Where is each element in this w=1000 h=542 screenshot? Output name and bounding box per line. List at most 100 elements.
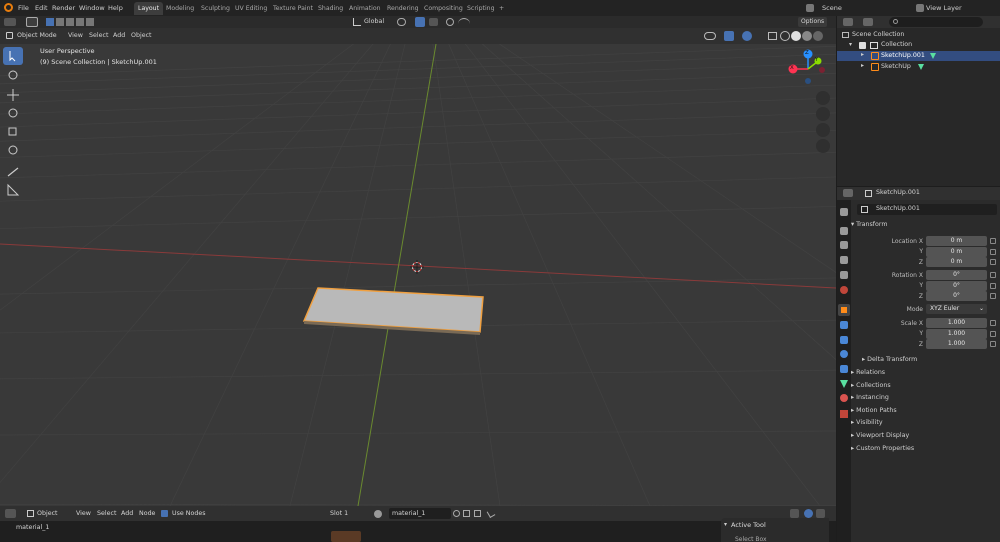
texture-tab-icon[interactable] [840, 410, 848, 418]
scale-tool-icon[interactable] [3, 123, 23, 141]
shader-menu-select[interactable]: Select [97, 506, 116, 521]
select-mode-new-icon[interactable] [46, 18, 54, 26]
shader-overlay-icon[interactable] [790, 509, 799, 518]
modifier-tab-icon[interactable] [840, 321, 848, 329]
select-mode-intersect-icon[interactable] [86, 18, 94, 26]
shader-menu-view[interactable]: View [76, 506, 91, 521]
measure-tool-icon[interactable] [3, 181, 23, 199]
pivot-icon[interactable] [397, 18, 406, 26]
world-tab-icon[interactable] [840, 286, 848, 294]
slot-dropdown[interactable]: Slot 1 [330, 506, 348, 521]
cursor-tool-icon[interactable] [3, 66, 23, 84]
orientation-icon[interactable] [353, 18, 361, 26]
tab-scripting[interactable]: Scripting [463, 2, 499, 15]
viewport-gizmo-icon[interactable] [724, 31, 734, 41]
lock-location-z-icon[interactable] [990, 259, 996, 265]
visibility-icon[interactable] [704, 32, 716, 40]
tab-texture-paint[interactable]: Texture Paint [269, 2, 317, 15]
scale-x-field[interactable]: 1.000 [926, 318, 987, 328]
outliner-scene-collection[interactable]: Scene Collection [852, 30, 904, 40]
menu-help[interactable]: Help [108, 0, 123, 16]
shader-editor-type-icon[interactable] [5, 509, 16, 518]
fake-user-icon[interactable] [453, 510, 460, 517]
pin-icon[interactable] [486, 508, 496, 519]
unlink-material-icon[interactable] [474, 510, 481, 517]
view-layer-icon[interactable] [916, 4, 924, 12]
menu-render[interactable]: Render [52, 0, 75, 16]
shader-menu-add[interactable]: Add [121, 506, 133, 521]
options-dropdown[interactable]: Options [798, 17, 828, 27]
shading-material-icon[interactable] [802, 31, 812, 41]
panel-relations[interactable]: ▸ Relations [851, 367, 885, 379]
select-box-tool-icon[interactable] [3, 47, 23, 65]
panel-motion-paths[interactable]: ▸ Motion Paths [851, 405, 897, 417]
proportional-edit-icon[interactable] [446, 18, 454, 26]
lock-rotation-x-icon[interactable] [990, 272, 996, 278]
lock-rotation-y-icon[interactable] [990, 283, 996, 289]
tab-add-workspace[interactable]: + [495, 2, 508, 15]
tool-settings-tab-icon[interactable] [840, 208, 848, 216]
outliner-search-input[interactable] [889, 17, 983, 27]
mode-dropdown[interactable]: Object Mode [17, 28, 57, 44]
rotation-z-field[interactable]: 0° [926, 291, 987, 301]
select-mode-invert-icon[interactable] [76, 18, 84, 26]
shader-node-canvas[interactable]: material_1 [0, 521, 836, 542]
panel-custom-properties[interactable]: ▸ Custom Properties [851, 443, 914, 455]
panel-instancing[interactable]: ▸ Instancing [851, 392, 889, 404]
render-tab-icon[interactable] [840, 227, 848, 235]
tab-modeling[interactable]: Modeling [162, 2, 198, 15]
shader-menu-node[interactable]: Node [139, 506, 155, 521]
rotate-tool-icon[interactable] [3, 104, 23, 122]
constraints-tab-icon[interactable] [840, 365, 848, 373]
camera-view-icon[interactable] [816, 123, 830, 137]
transform-panel-header[interactable]: ▾ Transform [851, 219, 888, 231]
lock-scale-y-icon[interactable] [990, 331, 996, 337]
select-mode-subtract-icon[interactable] [66, 18, 74, 26]
scene-icon[interactable] [806, 4, 814, 12]
scale-y-field[interactable]: 1.000 [926, 329, 987, 339]
view-layer-selector[interactable]: View Layer [926, 0, 962, 16]
physics-tab-icon[interactable] [840, 350, 848, 358]
3d-viewport[interactable]: User Perspective (9) Scene Collection | … [0, 44, 836, 506]
lock-location-y-icon[interactable] [990, 249, 996, 255]
expand-object-icon[interactable]: ▸ [861, 51, 864, 58]
location-x-field[interactable]: 0 m [926, 236, 987, 246]
menu-add[interactable]: Add [113, 28, 125, 44]
pan-hand-icon[interactable] [816, 107, 830, 121]
tab-shading[interactable]: Shading [314, 2, 347, 15]
use-nodes-checkbox[interactable] [161, 510, 168, 517]
shading-wireframe-icon[interactable] [780, 31, 790, 41]
tab-compositing[interactable]: Compositing [420, 2, 467, 15]
outliner-collection[interactable]: Collection [881, 40, 912, 50]
menu-select[interactable]: Select [89, 28, 108, 44]
shader-type-dropdown[interactable]: Object [37, 506, 58, 521]
outliner-item-sketchup-001[interactable]: SketchUp.001 [881, 51, 925, 61]
expand-object-icon[interactable]: ▸ [861, 62, 864, 69]
datablock-name[interactable]: SketchUp.001 [876, 205, 920, 212]
tab-sculpting[interactable]: Sculpting [197, 2, 234, 15]
blender-logo-icon[interactable] [4, 3, 13, 12]
outliner-item-sketchup[interactable]: SketchUp [881, 62, 911, 72]
delta-transform-subpanel[interactable]: ▸ Delta Transform [862, 354, 917, 366]
material-tab-icon[interactable] [840, 394, 848, 402]
menu-window[interactable]: Window [79, 0, 105, 16]
lock-location-x-icon[interactable] [990, 238, 996, 244]
lock-rotation-z-icon[interactable] [990, 293, 996, 299]
zoom-icon[interactable] [816, 91, 830, 105]
select-mode-extend-icon[interactable] [56, 18, 64, 26]
tab-animation[interactable]: Animation [345, 2, 385, 15]
shader-options-icon[interactable] [816, 509, 825, 518]
panel-visibility[interactable]: ▸ Visibility [851, 417, 883, 429]
annotate-tool-icon[interactable] [3, 162, 23, 180]
output-tab-icon[interactable] [840, 241, 848, 249]
data-tab-icon[interactable] [840, 380, 848, 388]
transform-tool-icon[interactable] [3, 141, 23, 159]
shader-gizmo-icon[interactable] [804, 509, 813, 518]
object-mode-icon[interactable] [6, 32, 13, 39]
new-material-icon[interactable] [463, 510, 470, 517]
menu-view[interactable]: View [68, 28, 83, 44]
shading-solid-icon[interactable] [791, 31, 801, 41]
falloff-icon[interactable] [458, 18, 470, 26]
menu-file[interactable]: File [18, 0, 29, 16]
lock-scale-x-icon[interactable] [990, 320, 996, 326]
